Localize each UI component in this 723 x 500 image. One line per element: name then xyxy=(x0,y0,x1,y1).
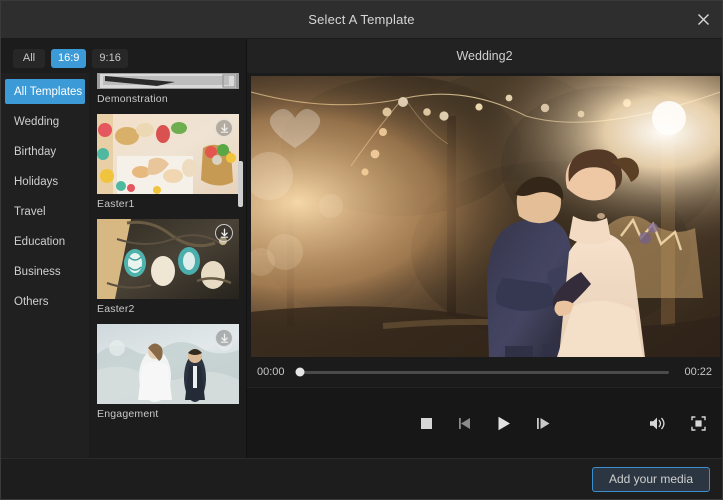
template-name: Easter1 xyxy=(97,198,236,210)
seek-handle[interactable] xyxy=(296,368,305,377)
play-icon[interactable] xyxy=(494,413,514,433)
fullscreen-icon[interactable] xyxy=(688,413,708,433)
template-name: Engagement xyxy=(97,408,236,420)
download-icon[interactable] xyxy=(215,329,233,347)
template-browser: All 16:9 9:16 All Templates Wedding Birt… xyxy=(1,39,247,458)
timeline: 00:00 00:22 xyxy=(247,357,722,387)
aspect-ratio-filter: All 16:9 9:16 xyxy=(1,43,246,73)
video-preview[interactable] xyxy=(251,76,720,357)
dialog-title: Select A Template xyxy=(308,12,415,27)
previous-frame-icon[interactable] xyxy=(455,413,475,433)
secondary-controls xyxy=(647,413,708,433)
sidebar-item-travel[interactable]: Travel xyxy=(5,199,85,224)
template-thumbnail-image[interactable] xyxy=(97,324,239,404)
stop-icon[interactable] xyxy=(416,413,436,433)
sidebar-item-holidays[interactable]: Holidays xyxy=(5,169,85,194)
template-list-scrollbar[interactable] xyxy=(238,73,243,458)
next-frame-icon[interactable] xyxy=(533,413,553,433)
list-item[interactable]: Easter2 xyxy=(97,219,236,315)
ratio-chip-9-16[interactable]: 9:16 xyxy=(92,49,127,68)
video-container xyxy=(247,73,722,357)
preview-panel: Wedding2 xyxy=(247,39,722,458)
dialog-body: All 16:9 9:16 All Templates Wedding Birt… xyxy=(1,39,722,458)
template-thumbnail-list[interactable]: Demonstration xyxy=(89,73,246,458)
scrollbar-thumb[interactable] xyxy=(238,161,243,207)
total-time: 00:22 xyxy=(678,366,712,378)
list-item[interactable]: Demonstration xyxy=(97,73,236,105)
add-your-media-button[interactable]: Add your media xyxy=(592,467,710,492)
template-thumbnail-image[interactable] xyxy=(97,114,239,194)
sidebar-item-business[interactable]: Business xyxy=(5,259,85,284)
ratio-chip-16-9[interactable]: 16:9 xyxy=(51,49,86,68)
preview-title: Wedding2 xyxy=(247,39,722,73)
title-bar: Select A Template xyxy=(1,1,722,39)
ratio-chip-all[interactable]: All xyxy=(13,49,45,68)
browser-panes: All Templates Wedding Birthday Holidays … xyxy=(1,73,246,458)
seek-slider[interactable] xyxy=(300,371,669,374)
sidebar-item-all-templates[interactable]: All Templates xyxy=(5,79,85,104)
select-template-dialog: Select A Template All 16:9 9:16 All Temp… xyxy=(0,0,723,500)
playback-controls xyxy=(247,387,722,458)
sidebar-item-others[interactable]: Others xyxy=(5,289,85,314)
template-name: Easter2 xyxy=(97,303,236,315)
category-list: All Templates Wedding Birthday Holidays … xyxy=(1,73,89,458)
sidebar-item-education[interactable]: Education xyxy=(5,229,85,254)
list-item[interactable]: Engagement xyxy=(97,324,236,420)
sidebar-item-birthday[interactable]: Birthday xyxy=(5,139,85,164)
volume-icon[interactable] xyxy=(647,413,667,433)
close-icon[interactable] xyxy=(688,4,718,34)
template-name: Demonstration xyxy=(97,93,236,105)
current-time: 00:00 xyxy=(257,366,291,378)
list-item[interactable]: Easter1 xyxy=(97,114,236,210)
template-thumbnail-image[interactable] xyxy=(97,219,239,299)
template-thumbnail-image[interactable] xyxy=(97,73,239,89)
sidebar-item-wedding[interactable]: Wedding xyxy=(5,109,85,134)
dialog-footer: Add your media xyxy=(1,458,722,499)
download-icon[interactable] xyxy=(215,119,233,137)
download-icon[interactable] xyxy=(215,224,233,242)
